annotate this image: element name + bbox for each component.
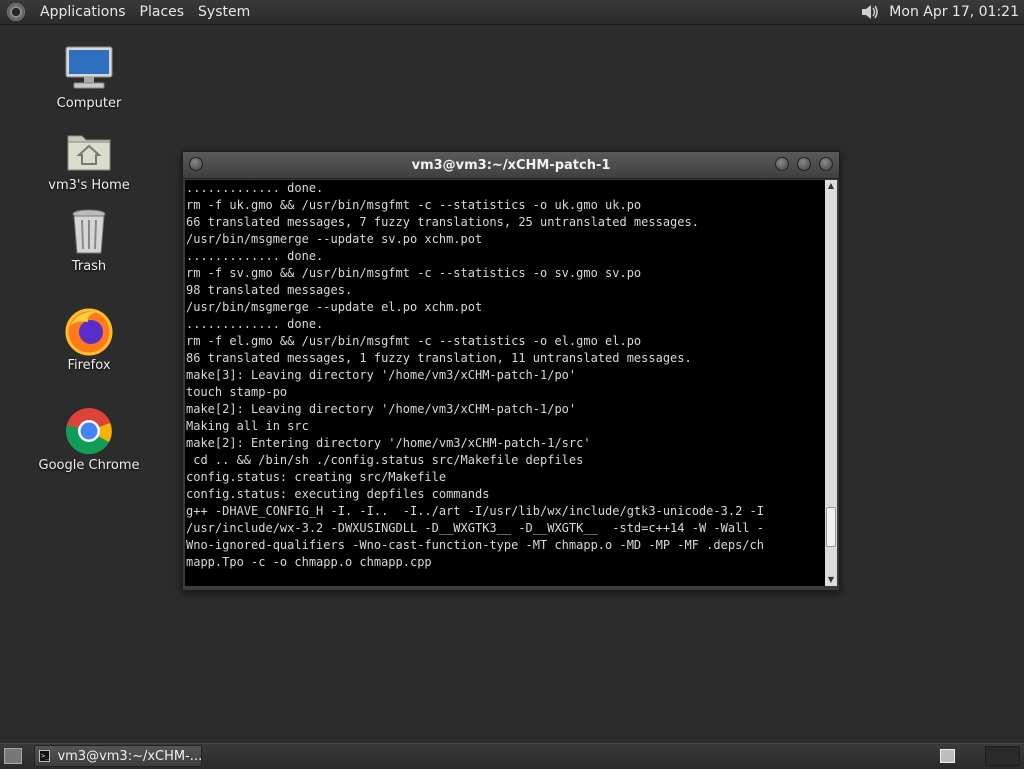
terminal-output-area[interactable]: ............. done. rm -f uk.gmo && /usr… bbox=[185, 180, 825, 586]
taskbar-terminal-button[interactable]: >_ vm3@vm3:~/xCHM-... bbox=[34, 745, 202, 767]
scrollbar-thumb[interactable] bbox=[826, 506, 836, 547]
terminal-scrollbar[interactable]: ▲ ▼ bbox=[825, 180, 837, 586]
scroll-down-arrow-icon[interactable]: ▼ bbox=[825, 574, 837, 586]
chrome-icon bbox=[64, 406, 114, 456]
desktop-icon-label: Firefox bbox=[67, 358, 111, 373]
desktop-icon-chrome[interactable]: Google Chrome bbox=[34, 406, 144, 473]
terminal-titlebar[interactable]: vm3@vm3:~/xCHM-patch-1 bbox=[183, 152, 839, 179]
speaker-volume-icon[interactable] bbox=[859, 2, 881, 22]
clock[interactable]: Mon Apr 17, 01:21 bbox=[889, 4, 1019, 20]
tray-area: Mon Apr 17, 01:21 bbox=[859, 2, 1024, 22]
desktop-icon-label: Computer bbox=[56, 96, 122, 111]
menu-places[interactable]: Places bbox=[133, 4, 192, 20]
minimize-button[interactable] bbox=[775, 157, 789, 171]
trash-icon bbox=[64, 207, 114, 257]
desktop-icon-firefox[interactable]: Firefox bbox=[34, 306, 144, 373]
desktop-icon-computer[interactable]: Computer bbox=[34, 44, 144, 111]
top-panel: Applications Places System Mon Apr 17, 0… bbox=[0, 0, 1024, 25]
terminal-window[interactable]: vm3@vm3:~/xCHM-patch-1 ............. don… bbox=[182, 151, 840, 591]
menu-applications[interactable]: Applications bbox=[33, 4, 133, 20]
maximize-button[interactable] bbox=[797, 157, 811, 171]
bottom-panel: >_ vm3@vm3:~/xCHM-... bbox=[0, 743, 1024, 769]
close-button[interactable] bbox=[819, 157, 833, 171]
desktop-icon-trash[interactable]: Trash bbox=[34, 207, 144, 274]
desktop-icon-label: Google Chrome bbox=[38, 458, 140, 473]
terminal-output: ............. done. rm -f uk.gmo && /usr… bbox=[186, 181, 764, 569]
workspace-switcher-icon[interactable] bbox=[940, 749, 955, 763]
monitor-icon bbox=[64, 44, 114, 94]
menu-system[interactable]: System bbox=[191, 4, 257, 20]
window-menu-icon[interactable] bbox=[189, 157, 203, 171]
gnome-foot-icon[interactable] bbox=[7, 3, 25, 21]
firefox-icon bbox=[64, 306, 114, 356]
scroll-up-arrow-icon[interactable]: ▲ bbox=[825, 180, 837, 192]
workspace-area[interactable] bbox=[985, 746, 1020, 766]
home-folder-icon bbox=[64, 126, 114, 176]
show-desktop-icon[interactable] bbox=[4, 748, 22, 764]
terminal-title: vm3@vm3:~/xCHM-patch-1 bbox=[411, 157, 611, 173]
desktop-icon-label: vm3's Home bbox=[48, 178, 130, 193]
taskbar-label: vm3@vm3:~/xCHM-... bbox=[57, 748, 203, 764]
desktop-icon-home[interactable]: vm3's Home bbox=[34, 126, 144, 193]
terminal-icon: >_ bbox=[39, 750, 51, 762]
desktop-icon-label: Trash bbox=[71, 259, 107, 274]
